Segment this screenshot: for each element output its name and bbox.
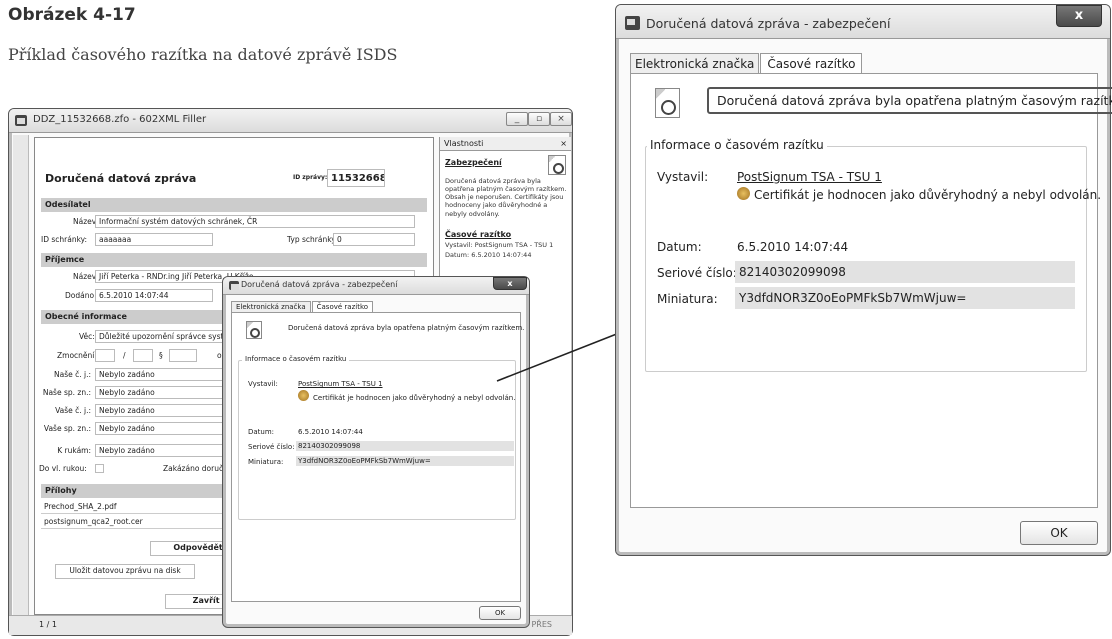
large-certificate-icon: [737, 187, 750, 200]
large-cert-note: Certifikát je hodnocen jako důvěryhodný …: [737, 187, 1101, 202]
large-dialog-icon: [625, 16, 640, 30]
large-ok-button[interactable]: OK: [1020, 521, 1098, 545]
large-cert-text: Certifikát je hodnocen jako důvěryhodný …: [754, 188, 1102, 202]
large-dialog-title: Doručená datová zpráva - zabezpečení: [646, 16, 891, 31]
large-message: Doručená datová zpráva byla opatřena pla…: [707, 87, 1112, 114]
large-tabs: Elektronická značka Časové razítko: [630, 53, 863, 75]
large-panel: Doručená datová zpráva byla opatřena pla…: [630, 73, 1112, 508]
large-serial-value: 82140302099098: [735, 261, 1075, 283]
large-date-label: Datum:: [657, 240, 702, 254]
large-dialog: Doručená datová zpráva - zabezpečení x E…: [615, 4, 1112, 556]
large-date-value: 6.5.2010 14:07:44: [737, 240, 849, 254]
large-issuer-link[interactable]: PostSignum TSA - TSU 1: [737, 170, 882, 184]
large-group-title: Informace o časovém razítku: [647, 138, 827, 152]
large-dialog-titlebar: Doručená datová zpráva - zabezpečení x: [616, 5, 1110, 39]
large-close-button[interactable]: x: [1056, 5, 1102, 27]
large-serial-label: Seriové číslo:: [657, 266, 737, 280]
large-tab-signature[interactable]: Elektronická značka: [630, 53, 760, 73]
large-thumb-label: Miniatura:: [657, 292, 718, 306]
large-tab-timestamp[interactable]: Časové razítko: [760, 53, 863, 75]
large-timestamp-icon: [655, 88, 680, 118]
large-issuer-label: Vystavil:: [657, 170, 709, 184]
large-thumb-value: Y3dfdNOR3Z0oEoPMFkSb7WmWjuw=: [735, 287, 1075, 309]
